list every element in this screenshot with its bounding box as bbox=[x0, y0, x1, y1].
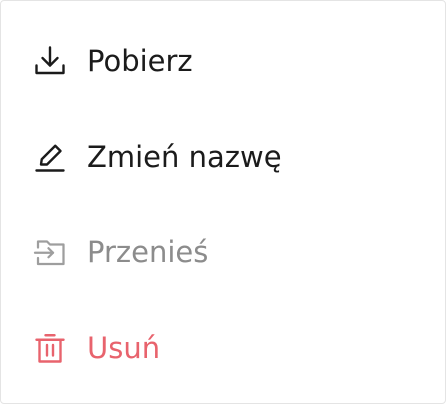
folder-move-icon bbox=[32, 234, 68, 270]
menu-item-rename[interactable]: Zmień nazwę bbox=[1, 109, 445, 205]
trash-icon bbox=[32, 330, 68, 366]
context-menu: Pobierz Zmień nazwę Przenieś Usuń bbox=[0, 0, 446, 404]
pencil-icon bbox=[32, 139, 68, 175]
menu-item-rename-label: Zmień nazwę bbox=[87, 140, 282, 174]
menu-item-download-label: Pobierz bbox=[87, 44, 193, 78]
download-icon bbox=[32, 43, 68, 79]
menu-item-delete[interactable]: Usuń bbox=[1, 300, 445, 396]
menu-item-move-label: Przenieś bbox=[87, 235, 209, 269]
menu-item-download[interactable]: Pobierz bbox=[1, 13, 445, 109]
menu-item-delete-label: Usuń bbox=[87, 331, 161, 365]
menu-item-move: Przenieś bbox=[1, 204, 445, 300]
